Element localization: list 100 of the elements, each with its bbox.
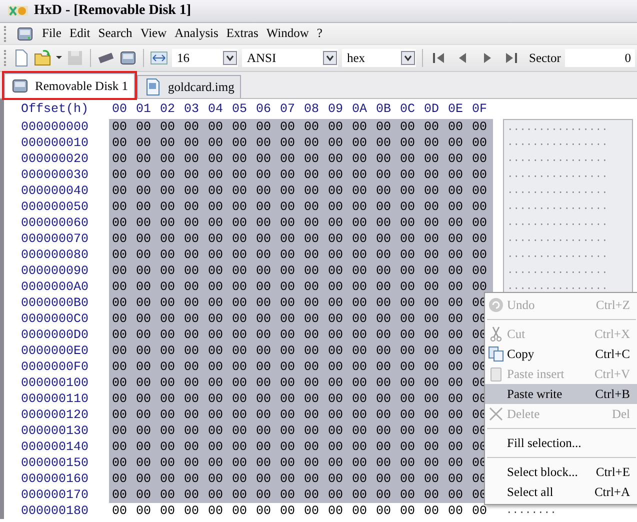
last-icon[interactable] xyxy=(504,51,518,65)
hex-byte: 00 xyxy=(205,455,229,471)
hex-byte: 00 xyxy=(301,167,325,183)
menu-item[interactable]: File xyxy=(42,26,62,41)
hex-byte: 00 xyxy=(109,295,133,311)
hex-byte: 00 xyxy=(373,359,397,375)
hex-byte: 00 xyxy=(349,119,373,135)
row-offset: 000000110 xyxy=(20,392,90,406)
hex-byte: 00 xyxy=(109,359,133,375)
hex-byte: 00 xyxy=(133,439,157,455)
hex-byte: 00 xyxy=(301,407,325,423)
hex-byte: 00 xyxy=(445,199,469,215)
hex-byte: 00 xyxy=(421,327,445,343)
row-offset: 0000000A0 xyxy=(20,280,90,294)
hex-byte: 00 xyxy=(157,487,181,503)
hex-byte: 00 xyxy=(253,231,277,247)
window-title: HxD - [Removable Disk 1] xyxy=(34,3,192,19)
hex-byte: 00 xyxy=(109,151,133,167)
row-offset: 0000000B0 xyxy=(20,296,90,310)
hex-byte: 00 xyxy=(421,183,445,199)
column-header: 0C xyxy=(399,102,416,116)
document-tab[interactable]: Removable Disk 1 xyxy=(4,73,136,98)
hex-byte: 00 xyxy=(349,311,373,327)
hex-byte: 00 xyxy=(229,343,253,359)
hex-byte: 00 xyxy=(229,263,253,279)
hex-byte: 00 xyxy=(325,471,349,487)
hex-byte: 00 xyxy=(421,487,445,503)
hex-byte: 00 xyxy=(301,327,325,343)
hex-byte: 00 xyxy=(301,439,325,455)
hex-byte: 00 xyxy=(133,391,157,407)
hex-byte: 00 xyxy=(277,263,301,279)
hex-byte: 00 xyxy=(157,375,181,391)
hex-byte: 00 xyxy=(397,391,421,407)
hex-byte: 00 xyxy=(181,199,205,215)
hex-byte: 00 xyxy=(277,407,301,423)
hex-byte: 00 xyxy=(229,247,253,263)
hex-byte: 00 xyxy=(205,215,229,231)
hex-byte: 00 xyxy=(469,231,493,247)
column-header: 0B xyxy=(375,102,392,116)
hex-byte: 00 xyxy=(205,183,229,199)
offset-base-dropdown[interactable]: hex xyxy=(342,49,416,67)
hex-byte: 00 xyxy=(229,487,253,503)
hex-byte: 00 xyxy=(349,327,373,343)
menu-item[interactable]: ? xyxy=(316,26,322,41)
width-icon xyxy=(150,49,168,67)
sector-field[interactable]: 0 xyxy=(564,49,635,67)
hex-byte: 00 xyxy=(253,327,277,343)
menu-item[interactable]: Search xyxy=(98,26,132,41)
document-tab[interactable]: goldcard.img xyxy=(137,75,242,98)
hex-byte: 00 xyxy=(421,247,445,263)
row-offset: 000000030 xyxy=(20,168,90,182)
menu-item[interactable]: View xyxy=(140,26,167,41)
hex-byte: 00 xyxy=(205,295,229,311)
column-header: 08 xyxy=(303,102,320,116)
hex-byte: 00 xyxy=(373,471,397,487)
hex-byte: 00 xyxy=(447,504,464,518)
menu-item[interactable]: Edit xyxy=(69,26,90,41)
hex-byte: 00 xyxy=(445,471,469,487)
hex-byte: 00 xyxy=(181,231,205,247)
hex-byte: 00 xyxy=(421,215,445,231)
hex-byte: 00 xyxy=(349,407,373,423)
hex-byte: 00 xyxy=(349,391,373,407)
menu-item[interactable]: Window xyxy=(266,26,309,41)
menu-item[interactable]: Paste write Ctrl+B xyxy=(485,384,637,404)
ascii-text: ................ xyxy=(506,137,608,149)
hex-byte: 00 xyxy=(445,247,469,263)
hex-byte: 00 xyxy=(421,375,445,391)
hex-byte: 00 xyxy=(469,151,493,167)
hex-byte: 00 xyxy=(325,231,349,247)
column-header: 0D xyxy=(423,102,440,116)
first-icon[interactable] xyxy=(432,51,446,65)
hex-byte: 00 xyxy=(301,119,325,135)
hex-byte: 00 xyxy=(325,199,349,215)
offset-header: Offset(h) xyxy=(20,102,90,116)
hex-byte: 00 xyxy=(229,135,253,151)
hex-byte: 00 xyxy=(373,327,397,343)
hex-byte: 00 xyxy=(301,263,325,279)
hex-byte: 00 xyxy=(253,311,277,327)
hex-byte: 00 xyxy=(231,504,248,518)
hex-byte: 00 xyxy=(397,215,421,231)
hex-byte: 00 xyxy=(397,471,421,487)
hex-byte: 00 xyxy=(157,327,181,343)
hex-byte: 00 xyxy=(325,263,349,279)
hex-byte: 00 xyxy=(421,199,445,215)
charset-dropdown[interactable]: ANSI xyxy=(242,49,338,67)
hex-byte: 00 xyxy=(205,279,229,295)
menu-item[interactable]: Extras xyxy=(226,26,258,41)
ascii-text: ................ xyxy=(506,153,608,165)
hex-byte: 00 xyxy=(253,167,277,183)
caret-icon[interactable] xyxy=(56,56,62,60)
hex-byte: 00 xyxy=(277,327,301,343)
menu-item[interactable]: Analysis xyxy=(174,26,218,41)
bytes-per-row-dropdown[interactable]: 16 xyxy=(172,49,238,67)
hex-byte: 00 xyxy=(229,391,253,407)
hex-byte: 00 xyxy=(109,487,133,503)
hex-byte: 00 xyxy=(301,311,325,327)
hex-byte: 00 xyxy=(277,119,301,135)
hex-byte: 00 xyxy=(469,279,493,295)
hex-byte: 00 xyxy=(253,391,277,407)
hex-byte: 00 xyxy=(133,167,157,183)
